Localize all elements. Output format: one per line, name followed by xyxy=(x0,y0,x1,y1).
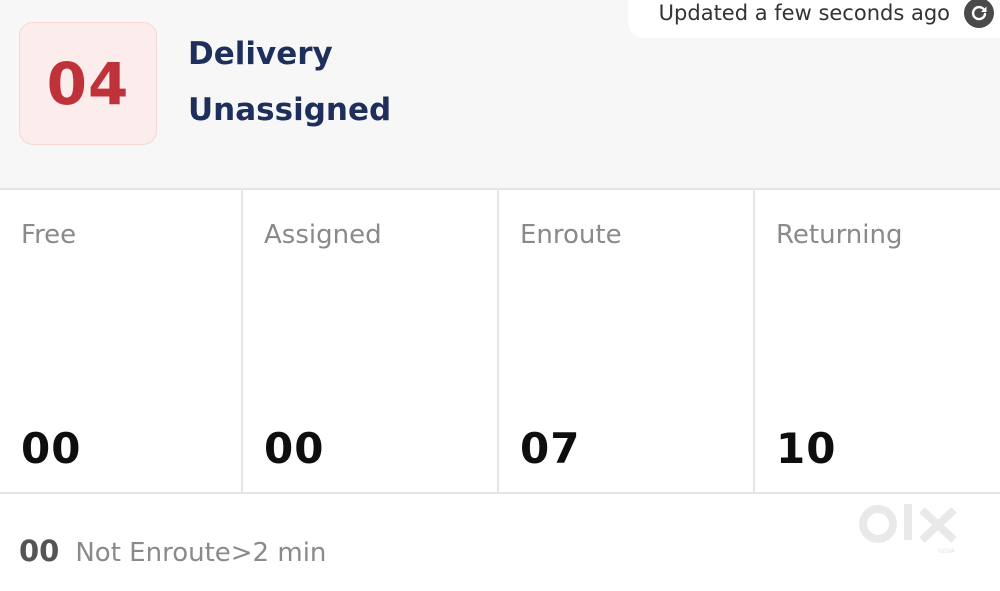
stat-value: 00 xyxy=(264,424,325,473)
refresh-icon[interactable] xyxy=(964,0,994,28)
watermark-subtext: INDIA xyxy=(938,548,956,555)
olx-watermark-logo: INDIA xyxy=(859,504,957,555)
summary-title-line2: Unassigned xyxy=(188,92,392,128)
stat-assigned[interactable]: Assigned 00 xyxy=(243,190,499,492)
not-enroute-label: Not Enroute>2 min xyxy=(75,538,327,568)
unassigned-count: 04 xyxy=(46,49,130,118)
stat-label: Enroute xyxy=(520,220,622,250)
stat-free[interactable]: Free 00 xyxy=(0,190,243,492)
stat-value: 10 xyxy=(776,424,837,473)
rider-stats-grid: Free 00 Assigned 00 Enroute 07 Returning… xyxy=(0,188,1000,494)
stat-label: Assigned xyxy=(264,220,382,250)
not-enroute-count: 00 xyxy=(19,534,60,568)
stat-label: Free xyxy=(21,220,77,250)
stat-value: 07 xyxy=(520,424,581,473)
unassigned-count-badge: 04 xyxy=(19,22,157,145)
not-enroute-row[interactable]: 00 Not Enroute>2 min xyxy=(19,534,326,568)
stat-enroute[interactable]: Enroute 07 xyxy=(499,190,755,492)
summary-panel: Updated a few seconds ago 04 Delivery Un… xyxy=(0,0,1000,188)
updated-text: Updated a few seconds ago xyxy=(658,1,950,25)
stat-value: 00 xyxy=(21,424,82,473)
update-status: Updated a few seconds ago xyxy=(628,0,1000,38)
summary-title-line1: Delivery xyxy=(188,36,333,72)
stat-returning[interactable]: Returning 10 xyxy=(755,190,1000,492)
stat-label: Returning xyxy=(776,220,903,250)
